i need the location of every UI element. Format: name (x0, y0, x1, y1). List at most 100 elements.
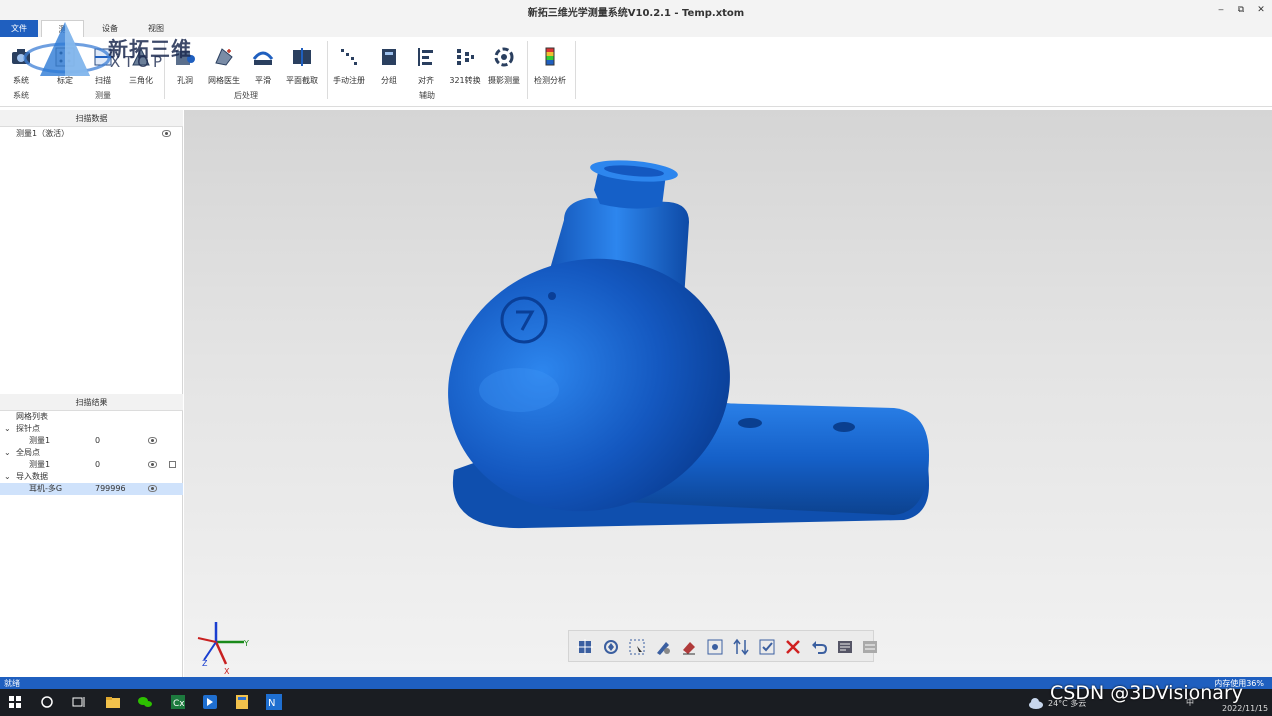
tree-node-label: 导入数据 (16, 472, 48, 481)
earphone-mesh-model[interactable] (414, 140, 934, 540)
ribbon-button-photogrammetry[interactable]: 摄影测量 (484, 41, 524, 85)
restore-button[interactable]: ⧉ (1233, 3, 1249, 17)
group-label-aux: 辅助 (419, 91, 435, 100)
ribbon-button-321[interactable]: 321转换 (445, 41, 485, 85)
ribbon-button-group[interactable]: 分组 (369, 41, 409, 85)
transform-321-icon (457, 49, 474, 65)
svg-text:Cx: Cx (173, 699, 185, 709)
ribbon-button-manual-register[interactable]: 手动注册 (329, 41, 369, 85)
tree-leaf-count: 0 (95, 436, 101, 445)
ribbon-button-smooth[interactable]: 平滑 (243, 41, 283, 85)
fit-view-icon[interactable] (576, 638, 594, 656)
tree-leaf-count: 0 (95, 460, 101, 469)
tree-leaf-import-mesh[interactable]: 耳机-多G 799996 (0, 483, 183, 495)
svg-text:N: N (268, 698, 275, 709)
select-all-icon[interactable] (758, 638, 776, 656)
ribbon-button-mesh-doctor[interactable]: 网格医生 (204, 41, 244, 85)
manual-register-icon (341, 49, 357, 65)
ribbon-label: 对齐 (418, 76, 434, 85)
ribbon-label: 321转换 (449, 76, 481, 85)
chevron-down-icon[interactable]: ⌄ (4, 471, 11, 483)
axis-z-label: Z (202, 659, 208, 668)
eye-icon[interactable] (162, 130, 171, 137)
erase-select-icon[interactable] (680, 638, 698, 656)
calculator-app-icon[interactable] (234, 694, 250, 710)
select-visible-icon[interactable] (706, 638, 724, 656)
ribbon-label: 分组 (381, 76, 397, 85)
ribbon-label: 平滑 (255, 76, 271, 85)
wechat-icon[interactable] (137, 694, 153, 710)
group-label-system: 系统 (13, 91, 29, 100)
settings-panel-icon[interactable] (861, 638, 879, 656)
group-label-measure: 测量 (95, 91, 111, 100)
pinned-app-icon[interactable] (202, 694, 218, 710)
tree-node-label: 探针点 (16, 424, 40, 433)
tree-leaf-name: 耳机-多G (29, 484, 63, 493)
excel-like-app-icon[interactable]: Cx (170, 694, 186, 710)
file-explorer-icon[interactable] (105, 694, 121, 710)
ribbon-label: 网格医生 (208, 76, 240, 85)
viewport-toolbar (568, 630, 877, 662)
align-icon (418, 48, 433, 66)
ribbon-label: 摄影测量 (488, 76, 520, 85)
csdn-watermark: CSDN @3DVisionary (1050, 682, 1243, 704)
ribbon-label: 手动注册 (333, 76, 365, 85)
ribbon-button-align[interactable]: 对齐 (406, 41, 446, 85)
eye-icon[interactable] (148, 461, 157, 468)
tree-node-global[interactable]: ⌄ 全局点 (0, 447, 183, 459)
tree-leaf-name: 测量1 (29, 460, 51, 469)
rect-select-icon[interactable] (628, 638, 646, 656)
ribbon-label: 平面截取 (286, 76, 318, 85)
mesh-doctor-icon (215, 48, 233, 66)
tree-node-label: 全局点 (16, 448, 40, 457)
display-mode-icon[interactable] (836, 638, 854, 656)
eye-icon[interactable] (148, 485, 157, 492)
search-icon[interactable] (39, 694, 55, 710)
status-text: 就绪 (4, 679, 20, 688)
invert-select-icon[interactable] (732, 638, 750, 656)
windows-start-icon[interactable] (7, 694, 23, 710)
scan-results-header: 扫描结果 (0, 394, 183, 411)
axis-y-label: Y (243, 639, 249, 648)
title-bar: 新拓三维光学测量系统V10.2.1 - Temp.xtom ‒ ⧉ ✕ (0, 0, 1272, 20)
chevron-down-icon[interactable]: ⌄ (4, 423, 11, 435)
tree-node-probe[interactable]: ⌄ 探针点 (0, 423, 183, 435)
scan-data-item-label: 测量1（激活） (16, 129, 70, 138)
clock-date[interactable]: 2022/11/15 (1222, 704, 1268, 713)
scan-data-header: 扫描数据 (0, 110, 183, 127)
logo-mark-icon (23, 22, 111, 76)
ribbon-label: 检测分析 (534, 76, 566, 85)
mesh-list-label-row: 网格列表 (0, 411, 183, 423)
3d-viewport[interactable]: Y X Z (184, 110, 1272, 677)
delete-icon[interactable] (784, 638, 802, 656)
task-view-icon[interactable] (71, 694, 87, 710)
tree-node-import[interactable]: ⌄ 导入数据 (0, 471, 183, 483)
axis-x-label: X (224, 667, 230, 676)
undo-icon[interactable] (810, 638, 828, 656)
inspection-icon (545, 47, 555, 66)
ribbon-button-plane-cut[interactable]: 平面截取 (282, 41, 322, 85)
tree-leaf-probe-measure[interactable]: 测量1 0 (0, 435, 183, 447)
ribbon-button-inspection[interactable]: 检测分析 (530, 41, 570, 85)
axis-gizmo: Y X Z (197, 622, 249, 676)
ribbon-separator (575, 41, 576, 99)
minimize-button[interactable]: ‒ (1213, 3, 1229, 17)
eye-icon[interactable] (148, 437, 157, 444)
xtop-app-icon[interactable]: N (266, 694, 282, 710)
xtop-logo: 新拓三维 XTOP (22, 20, 192, 80)
rotate-view-icon[interactable] (602, 638, 620, 656)
tree-leaf-name: 测量1 (29, 436, 51, 445)
cloud-weather-icon[interactable] (1028, 695, 1044, 711)
scan-data-item[interactable]: 测量1（激活） (0, 128, 183, 140)
chevron-down-icon[interactable]: ⌄ (4, 447, 11, 459)
lock-icon[interactable] (169, 461, 176, 468)
logo-text-en: XTOP (110, 53, 167, 71)
tree-leaf-count: 799996 (95, 484, 126, 493)
ribbon-separator (327, 41, 328, 99)
mesh-list-label: 网格列表 (16, 412, 48, 421)
window-title: 新拓三维光学测量系统V10.2.1 - Temp.xtom (527, 8, 745, 19)
close-button[interactable]: ✕ (1253, 3, 1269, 17)
tree-leaf-global-measure[interactable]: 测量1 0 (0, 459, 183, 471)
ribbon-separator (527, 41, 528, 99)
brush-select-icon[interactable] (654, 638, 672, 656)
